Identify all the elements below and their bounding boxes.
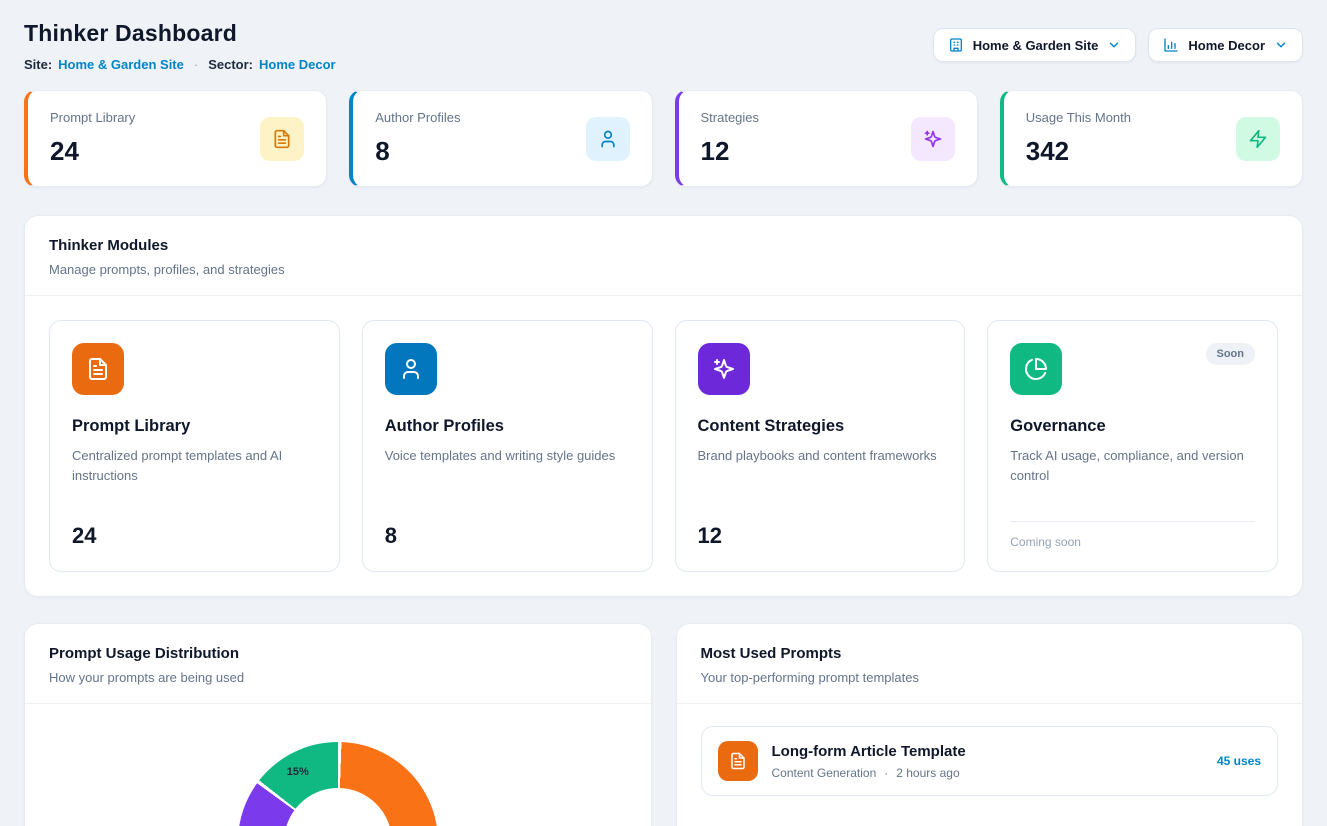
coming-soon-label: Coming soon xyxy=(1010,521,1255,549)
prompt-category: Content Generation xyxy=(772,766,877,780)
soon-badge: Soon xyxy=(1206,343,1256,365)
stat-label: Prompt Library xyxy=(50,110,135,125)
stat-card-prompt-library: Prompt Library 24 xyxy=(24,90,327,187)
module-title: Prompt Library xyxy=(72,417,317,436)
prompt-usage-card: Prompt Usage Distribution How your promp… xyxy=(24,623,652,826)
sector-link[interactable]: Home Decor xyxy=(259,57,336,72)
stat-info: Strategies 12 xyxy=(701,110,760,167)
dashboard-page: Thinker Dashboard Site: Home & Garden Si… xyxy=(0,0,1327,826)
module-head xyxy=(72,343,317,395)
header: Thinker Dashboard Site: Home & Garden Si… xyxy=(24,20,1303,72)
chart-card-header: Prompt Usage Distribution How your promp… xyxy=(25,624,651,703)
module-card-governance[interactable]: Soon Governance Track AI usage, complian… xyxy=(987,320,1278,572)
thinker-modules-card: Thinker Modules Manage prompts, profiles… xyxy=(24,215,1303,597)
stat-info: Prompt Library 24 xyxy=(50,110,135,167)
most-used-prompts-card: Most Used Prompts Your top-performing pr… xyxy=(676,623,1304,826)
module-title: Content Strategies xyxy=(698,417,943,436)
module-count: 8 xyxy=(385,523,630,549)
module-description: Track AI usage, compliance, and version … xyxy=(1010,446,1255,486)
stat-label: Strategies xyxy=(701,110,760,125)
section-title: Most Used Prompts xyxy=(701,645,1279,662)
chevron-down-icon xyxy=(1274,38,1288,52)
pie-chart-icon xyxy=(1010,343,1062,395)
module-card-author-profiles[interactable]: Author Profiles Voice templates and writ… xyxy=(362,320,653,572)
sector-selector[interactable]: Home Decor xyxy=(1148,28,1303,62)
modules-grid: Prompt Library Centralized prompt templa… xyxy=(25,296,1302,596)
sector-selector-label: Home Decor xyxy=(1188,38,1265,53)
module-count: 24 xyxy=(72,523,317,549)
stat-value: 342 xyxy=(1026,136,1131,167)
bottom-row: Prompt Usage Distribution How your promp… xyxy=(24,623,1303,826)
chevron-down-icon xyxy=(1107,38,1121,52)
donut-segment-label: 15% xyxy=(287,766,309,778)
sparkles-icon xyxy=(911,117,955,161)
section-subtitle: How your prompts are being used xyxy=(49,670,627,685)
module-card-content-strategies[interactable]: Content Strategies Brand playbooks and c… xyxy=(675,320,966,572)
site-selector[interactable]: Home & Garden Site xyxy=(933,28,1137,62)
user-icon xyxy=(586,117,630,161)
file-text-icon xyxy=(72,343,124,395)
stat-info: Author Profiles 8 xyxy=(375,110,460,167)
stat-value: 12 xyxy=(701,136,760,167)
sector-label: Sector: xyxy=(208,57,253,72)
module-head: Soon xyxy=(1010,343,1255,395)
module-description: Voice templates and writing style guides xyxy=(385,446,630,466)
file-text-icon xyxy=(260,117,304,161)
usage-donut-chart: 15% xyxy=(25,704,651,826)
title-block: Thinker Dashboard Site: Home & Garden Si… xyxy=(24,20,336,72)
stat-card-author-profiles: Author Profiles 8 xyxy=(349,90,652,187)
stat-label: Author Profiles xyxy=(375,110,460,125)
page-title: Thinker Dashboard xyxy=(24,20,336,47)
site-selector-label: Home & Garden Site xyxy=(973,38,1099,53)
stat-info: Usage This Month 342 xyxy=(1026,110,1131,167)
separator: · xyxy=(194,57,198,72)
zap-icon xyxy=(1236,117,1280,161)
separator: · xyxy=(884,766,888,780)
stat-card-usage: Usage This Month 342 xyxy=(1000,90,1303,187)
prompts-card-header: Most Used Prompts Your top-performing pr… xyxy=(677,624,1303,703)
usage-count-badge: 45 uses xyxy=(1217,754,1261,768)
prompt-info: Long-form Article Template Content Gener… xyxy=(772,743,1203,780)
module-description: Brand playbooks and content frameworks xyxy=(698,446,943,466)
module-head xyxy=(385,343,630,395)
building-icon xyxy=(948,37,964,53)
prompt-list: Long-form Article Template Content Gener… xyxy=(677,704,1303,818)
prompt-title: Long-form Article Template xyxy=(772,743,1203,760)
file-text-icon xyxy=(718,741,758,781)
module-head xyxy=(698,343,943,395)
breadcrumb: Site: Home & Garden Site · Sector: Home … xyxy=(24,57,336,72)
modules-header: Thinker Modules Manage prompts, profiles… xyxy=(25,216,1302,295)
prompt-time: 2 hours ago xyxy=(896,766,959,780)
section-subtitle: Manage prompts, profiles, and strategies xyxy=(49,262,1278,277)
stats-row: Prompt Library 24 Author Profiles 8 Stra… xyxy=(24,90,1303,187)
stat-value: 8 xyxy=(375,136,460,167)
bar-chart-icon xyxy=(1163,37,1179,53)
stat-card-strategies: Strategies 12 xyxy=(675,90,978,187)
section-subtitle: Your top-performing prompt templates xyxy=(701,670,1279,685)
module-title: Author Profiles xyxy=(385,417,630,436)
module-card-prompt-library[interactable]: Prompt Library Centralized prompt templa… xyxy=(49,320,340,572)
section-title: Thinker Modules xyxy=(49,237,1278,254)
module-count: 12 xyxy=(698,523,943,549)
module-title: Governance xyxy=(1010,417,1255,436)
prompt-meta: Content Generation · 2 hours ago xyxy=(772,766,1203,780)
site-link[interactable]: Home & Garden Site xyxy=(58,57,184,72)
stat-label: Usage This Month xyxy=(1026,110,1131,125)
module-description: Centralized prompt templates and AI inst… xyxy=(72,446,317,486)
user-icon xyxy=(385,343,437,395)
stat-value: 24 xyxy=(50,136,135,167)
header-actions: Home & Garden Site Home Decor xyxy=(933,28,1303,62)
sparkles-icon xyxy=(698,343,750,395)
site-label: Site: xyxy=(24,57,52,72)
usage-donut: 15% xyxy=(238,742,438,826)
list-item-long-form-article[interactable]: Long-form Article Template Content Gener… xyxy=(701,726,1279,796)
section-title: Prompt Usage Distribution xyxy=(49,645,627,662)
